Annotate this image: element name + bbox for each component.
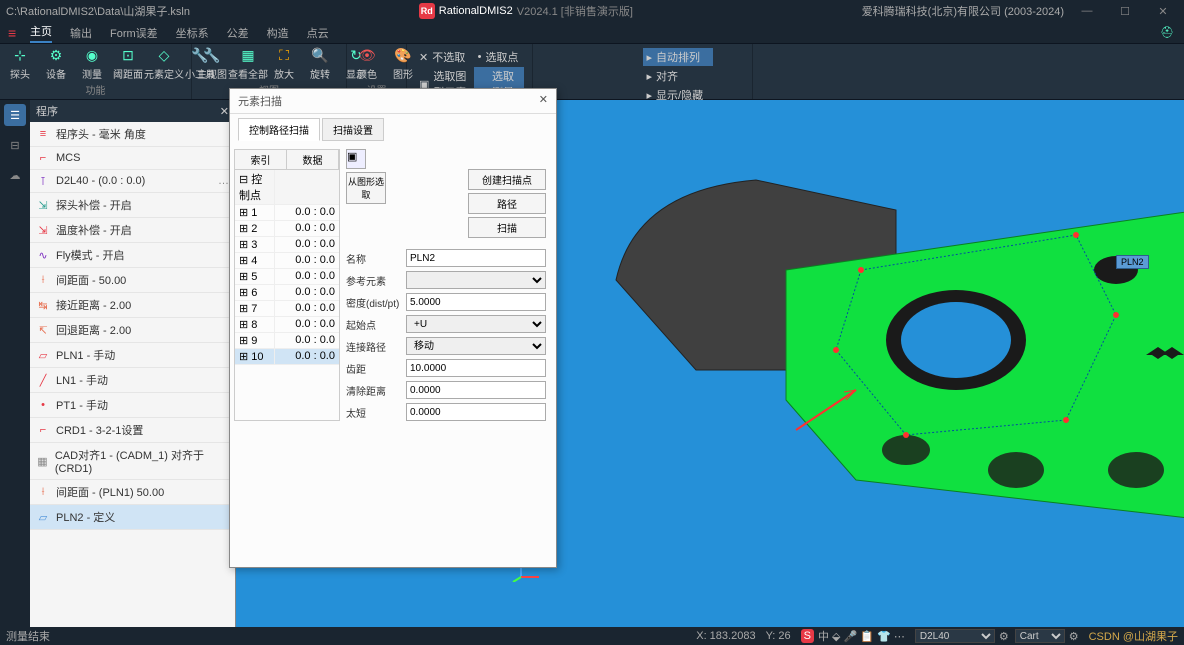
close-button[interactable]: ✕ — [1148, 5, 1178, 18]
from-shape-button[interactable]: 从图形选取 — [346, 172, 386, 204]
app-name: RationalDMIS2 — [439, 5, 513, 17]
prog-item-9[interactable]: ▱PLN1 - 手动 — [30, 343, 235, 368]
menu-form[interactable]: Form误差 — [110, 25, 158, 41]
prog-item-7[interactable]: ↹接近距离 - 2.00 — [30, 293, 235, 318]
ribbon-旋转[interactable]: 🔍旋转 — [306, 47, 334, 81]
prog-item-11[interactable]: •PT1 - 手动 — [30, 393, 235, 418]
help-icon[interactable]: ⛑ — [1160, 26, 1174, 39]
watermark: CSDN @山湖果子 — [1089, 628, 1178, 644]
scan-dialog: 元素扫描 ✕ 控制路径扫描 扫描设置 索引数据 ⊟ 控制点 ⊞ 10.0 : 0.… — [229, 88, 557, 568]
dialog-title: 元素扫描 — [238, 93, 282, 109]
ribbon-主视图[interactable]: 🔧主视图 — [198, 47, 226, 81]
rpt-1[interactable]: ▸对齐 — [643, 67, 713, 85]
file-path: C:\RationalDMIS2\Data\山湖果子.ksln — [6, 3, 190, 19]
margin-input[interactable] — [406, 359, 546, 377]
prog-item-14[interactable]: ⟊间距面 - (PLN1) 50.00 — [30, 480, 235, 505]
name-input[interactable] — [406, 249, 546, 267]
program-panel: 程序 ✕ ≡程序头 - 毫米 角度⌐MCS⊺D2L40 - (0.0 : 0.0)… — [30, 100, 236, 627]
prog-item-10[interactable]: ╱LN1 - 手动 — [30, 368, 235, 393]
ribbon-查看全部[interactable]: ▦查看全部 — [234, 47, 262, 81]
ime-icon[interactable]: S — [801, 629, 814, 643]
grid-row[interactable]: ⊞ 60.0 : 0.0 — [235, 285, 339, 301]
density-input[interactable] — [406, 293, 546, 311]
menu-cloud[interactable]: 点云 — [307, 25, 329, 41]
prog-item-0[interactable]: ≡程序头 - 毫米 角度 — [30, 122, 235, 147]
prog-item-6[interactable]: ⟊间距面 - 50.00 — [30, 268, 235, 293]
menu-crd[interactable]: 坐标系 — [176, 25, 209, 41]
prog-item-2[interactable]: ⊺D2L40 - (0.0 : 0.0)… — [30, 170, 235, 193]
ribbon: ⊹探头⚙设备◉测量⊡阈距面◇元素定义🔧小工具 功能 🔧主视图▦查看全部⛶放大🔍旋… — [0, 44, 1184, 100]
dialog-close-icon[interactable]: ✕ — [539, 93, 548, 109]
tab-ctrl-path[interactable]: 控制路径扫描 — [238, 118, 320, 141]
minimize-button[interactable]: — — [1072, 5, 1102, 17]
grid-row[interactable]: ⊞ 50.0 : 0.0 — [235, 269, 339, 285]
menu-construct[interactable]: 构造 — [267, 25, 289, 41]
status-y: Y: 26 — [766, 630, 791, 642]
ribbon-探头[interactable]: ⊹探头 — [6, 47, 34, 81]
lb-tree-icon[interactable]: ⊟ — [4, 134, 26, 156]
program-title: 程序 — [36, 103, 58, 119]
prog-item-13[interactable]: ▦CAD对齐1 - (CADM_1) 对齐于 (CRD1) — [30, 443, 235, 480]
ribbon-阈距面[interactable]: ⊡阈距面 — [114, 47, 142, 81]
ribbon-测量[interactable]: ◉测量 — [78, 47, 106, 81]
path-button[interactable]: 路径 — [468, 193, 546, 214]
status-x: X: 183.2083 — [696, 630, 755, 642]
ribbon-设备[interactable]: ⚙设备 — [42, 47, 70, 81]
col-index: 索引 — [235, 150, 287, 169]
prog-item-4[interactable]: ⇲温度补偿 - 开启 — [30, 218, 235, 243]
cad-part: HEXAGON METROLOGY — [556, 140, 1184, 560]
grid-row[interactable]: ⊞ 80.0 : 0.0 — [235, 317, 339, 333]
prog-item-12[interactable]: ⌐CRD1 - 3-2-1设置 — [30, 418, 235, 443]
tool-select[interactable]: D2L40 — [915, 629, 995, 643]
clear-input[interactable] — [406, 381, 546, 399]
create-scan-button[interactable]: 创建扫描点 — [468, 169, 546, 190]
start-select[interactable]: +U — [406, 315, 546, 333]
lb-list-icon[interactable]: ☰ — [4, 104, 26, 126]
pick-mode-icon[interactable]: ▣ — [346, 149, 366, 169]
grid-row[interactable]: ⊞ 10.0 : 0.0 — [235, 205, 339, 221]
status-result: 测量结束 — [6, 628, 50, 644]
app-version: V2024.1 [非销售演示版] — [517, 3, 633, 19]
conn-select[interactable]: 移动 — [406, 337, 546, 355]
col-data: 数据 — [287, 150, 339, 169]
tab-scan-set[interactable]: 扫描设置 — [322, 118, 384, 141]
prog-item-8[interactable]: ↸回退距离 - 2.00 — [30, 318, 235, 343]
mode-select[interactable]: Cart — [1015, 629, 1065, 643]
menu-output[interactable]: 输出 — [70, 25, 92, 41]
ribbon-元素定义[interactable]: ◇元素定义 — [150, 47, 178, 81]
ribbon-group-func: 功能 — [6, 81, 185, 97]
control-grid[interactable]: 索引数据 ⊟ 控制点 ⊞ 10.0 : 0.0⊞ 20.0 : 0.0⊞ 30.… — [234, 149, 340, 421]
prog-item-1[interactable]: ⌐MCS — [30, 147, 235, 170]
hamburger-icon[interactable]: ≡ — [8, 25, 16, 41]
grid-row[interactable]: ⊞ 20.0 : 0.0 — [235, 221, 339, 237]
left-toolbar: ☰ ⊟ ☁ — [0, 100, 30, 627]
menu-home[interactable]: 主页 — [30, 23, 52, 43]
panel-close-icon[interactable]: ✕ — [220, 105, 229, 118]
company-label: 爱科腾瑞科技(北京)有限公司 (2003-2024) — [862, 3, 1064, 19]
lb-cloud-icon[interactable]: ☁ — [4, 164, 26, 186]
prog-item-15[interactable]: ▱PLN2 - 定义 — [30, 505, 235, 530]
app-logo: Rd — [419, 3, 435, 19]
ref-select[interactable] — [406, 271, 546, 289]
menu-tol[interactable]: 公差 — [227, 25, 249, 41]
ribbon-放大[interactable]: ⛶放大 — [270, 47, 298, 81]
pick-3[interactable]: •选取点 — [474, 48, 524, 66]
element-marker[interactable]: PLN2 — [1116, 255, 1149, 269]
short-input[interactable] — [406, 403, 546, 421]
pick-0[interactable]: ✕不选取 — [415, 48, 473, 66]
grid-row[interactable]: ⊞ 70.0 : 0.0 — [235, 301, 339, 317]
maximize-button[interactable]: ☐ — [1110, 5, 1140, 18]
rpt-0[interactable]: ▸自动排列 — [643, 48, 713, 66]
grid-row[interactable]: ⊞ 30.0 : 0.0 — [235, 237, 339, 253]
grid-row[interactable]: ⊞ 40.0 : 0.0 — [235, 253, 339, 269]
grid-row[interactable]: ⊞ 90.0 : 0.0 — [235, 333, 339, 349]
ribbon-颜色[interactable]: 👁颜色 — [353, 47, 381, 81]
scan-button[interactable]: 扫描 — [468, 217, 546, 238]
grid-row[interactable]: ⊞ 100.0 : 0.0 — [235, 349, 339, 365]
prog-item-5[interactable]: ∿Fly模式 - 开启 — [30, 243, 235, 268]
prog-item-3[interactable]: ⇲探头补偿 - 开启 — [30, 193, 235, 218]
